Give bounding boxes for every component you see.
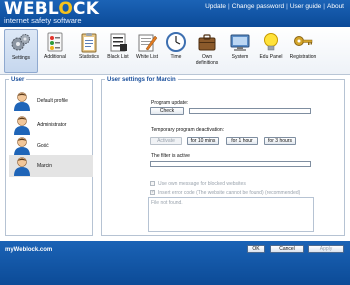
about-link[interactable]: About [327, 3, 344, 10]
user-marcin[interactable]: Marcin [9, 155, 93, 177]
insert-error-checkbox[interactable] [150, 189, 155, 195]
user-avatar-icon [14, 157, 30, 176]
insert-error-label: Insert error code (The website cannot be… [158, 190, 301, 196]
for-10-mins-button[interactable]: for 10 mins [187, 137, 219, 145]
own-message-label: Use own message for blocked websites [158, 181, 246, 187]
user-settings-panel: User settings for Marcin Program update:… [101, 77, 345, 236]
footer-brand: myWeblock.com [5, 247, 53, 253]
user-administrator[interactable]: Administrator [9, 114, 93, 136]
options-icon [47, 32, 63, 52]
clock-icon [166, 32, 186, 52]
own-message-checkbox[interactable] [150, 181, 155, 186]
tool-edu-panel[interactable]: Edu Panel [254, 29, 288, 73]
white-list-icon [138, 34, 158, 52]
briefcase-icon [198, 34, 216, 51]
app-header: WEBLOCK internet safety software Update |… [0, 0, 350, 27]
program-update-label: Program update: [151, 100, 189, 106]
cancel-button[interactable]: Cancel [270, 245, 304, 253]
main-toolbar: Settings Additional Statistics Black Lis… [0, 27, 350, 75]
clipboard-icon [81, 33, 97, 53]
lightbulb-icon [264, 33, 278, 51]
black-list-icon [110, 33, 127, 52]
key-icon [294, 36, 313, 46]
tool-additional[interactable]: Additional [38, 29, 72, 73]
user-guide-link[interactable]: User guide [290, 3, 321, 10]
weblock-logo: WEBLOCK internet safety software [4, 0, 100, 25]
tool-registration[interactable]: Registration [286, 29, 320, 73]
filter-status-bar [150, 161, 311, 167]
system-icon [230, 34, 250, 51]
change-password-link[interactable]: Change password [232, 3, 284, 10]
check-button[interactable]: Check [150, 107, 184, 115]
user-avatar-icon [14, 92, 30, 111]
temp-deactivation-label: Temporary program deactivation: [151, 127, 225, 133]
user-gosc[interactable]: Gość [9, 135, 93, 157]
tool-time[interactable]: Time [159, 29, 193, 73]
blocked-message-textarea[interactable]: File not found. [148, 197, 314, 232]
for-3-hours-button[interactable]: for 3 hours [264, 137, 296, 145]
update-link[interactable]: Update [205, 3, 226, 10]
user-avatar-icon [14, 137, 30, 156]
update-progress-bar [189, 108, 311, 114]
apply-button[interactable]: Apply [308, 245, 344, 253]
for-1-hour-button[interactable]: for 1 hour [226, 137, 258, 145]
app-footer: myWeblock.com OK Cancel Apply [0, 241, 350, 285]
tool-system[interactable]: System [223, 29, 257, 73]
tool-settings[interactable]: Settings [4, 29, 38, 73]
activate-button[interactable]: Activate [150, 137, 182, 145]
ok-button[interactable]: OK [247, 245, 265, 253]
users-panel: User Default profile Administrator Gość [5, 77, 93, 236]
users-panel-title: User [9, 77, 27, 83]
top-nav: Update | Change password | User guide | About [205, 3, 344, 10]
user-avatar-icon [14, 116, 30, 135]
user-default-profile[interactable]: Default profile [9, 90, 93, 112]
gears-icon [11, 34, 30, 51]
settings-panel-title: User settings for Marcin [105, 77, 178, 83]
tool-own-definitions[interactable]: Own definitions [190, 29, 224, 73]
filter-status-label: The filter is active [151, 153, 190, 159]
